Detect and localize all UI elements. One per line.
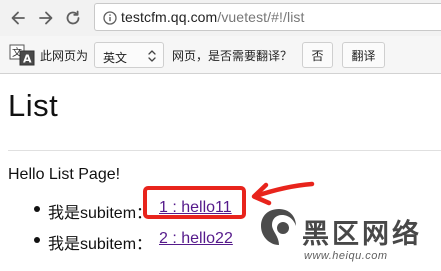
annotation-arrow-icon	[251, 181, 315, 206]
info-icon[interactable]	[103, 11, 117, 25]
select-updown-icon	[148, 50, 156, 62]
forward-button[interactable]	[36, 8, 56, 28]
browser-toolbar: testcfm.qq.com/vuetest/#!/list	[0, 0, 441, 36]
translate-infobar: 文 A 此网页为 英文 网页，是否需要翻译？ 否 翻译	[0, 36, 441, 74]
translate-prompt-suffix: 网页，是否需要翻译？	[172, 49, 293, 63]
list-item-link[interactable]: 2 : hello22	[159, 230, 233, 248]
url-text[interactable]: testcfm.qq.com/vuetest/#!/list	[121, 9, 305, 25]
language-select-value: 英文	[103, 51, 128, 65]
annotation-highlight-box	[143, 186, 246, 219]
translate-icon: 文 A	[9, 44, 35, 66]
back-button[interactable]	[8, 8, 28, 28]
forward-arrow-icon	[39, 11, 53, 25]
no-translate-button[interactable]: 否	[302, 42, 333, 68]
list-item-label: 我是subitem：	[48, 236, 153, 253]
intro-text: Hello List Page!	[8, 166, 121, 183]
list-bullet	[34, 206, 40, 212]
reload-icon	[66, 10, 80, 25]
language-select[interactable]: 英文	[94, 42, 164, 68]
url-path: /vuetest/#!/list	[217, 9, 305, 25]
watermark-title: 黑区网络	[302, 219, 422, 249]
url-host: testcfm.qq.com	[121, 9, 218, 25]
reload-button[interactable]	[63, 8, 83, 28]
address-bar[interactable]: testcfm.qq.com/vuetest/#!/list	[94, 3, 441, 31]
back-arrow-icon	[11, 11, 25, 25]
list-item-label: 我是subitem：	[48, 205, 153, 222]
watermark-logo-icon	[261, 209, 296, 245]
svg-text:A: A	[23, 53, 32, 66]
translate-button[interactable]: 翻译	[342, 42, 385, 68]
translate-prompt-prefix: 此网页为	[40, 49, 89, 63]
page-title: List	[8, 88, 59, 123]
divider	[8, 150, 441, 151]
watermark: 黑区网络 www.heiqu.com	[258, 204, 441, 271]
watermark-url: www.heiqu.com	[304, 250, 388, 262]
list-bullet	[34, 237, 40, 243]
